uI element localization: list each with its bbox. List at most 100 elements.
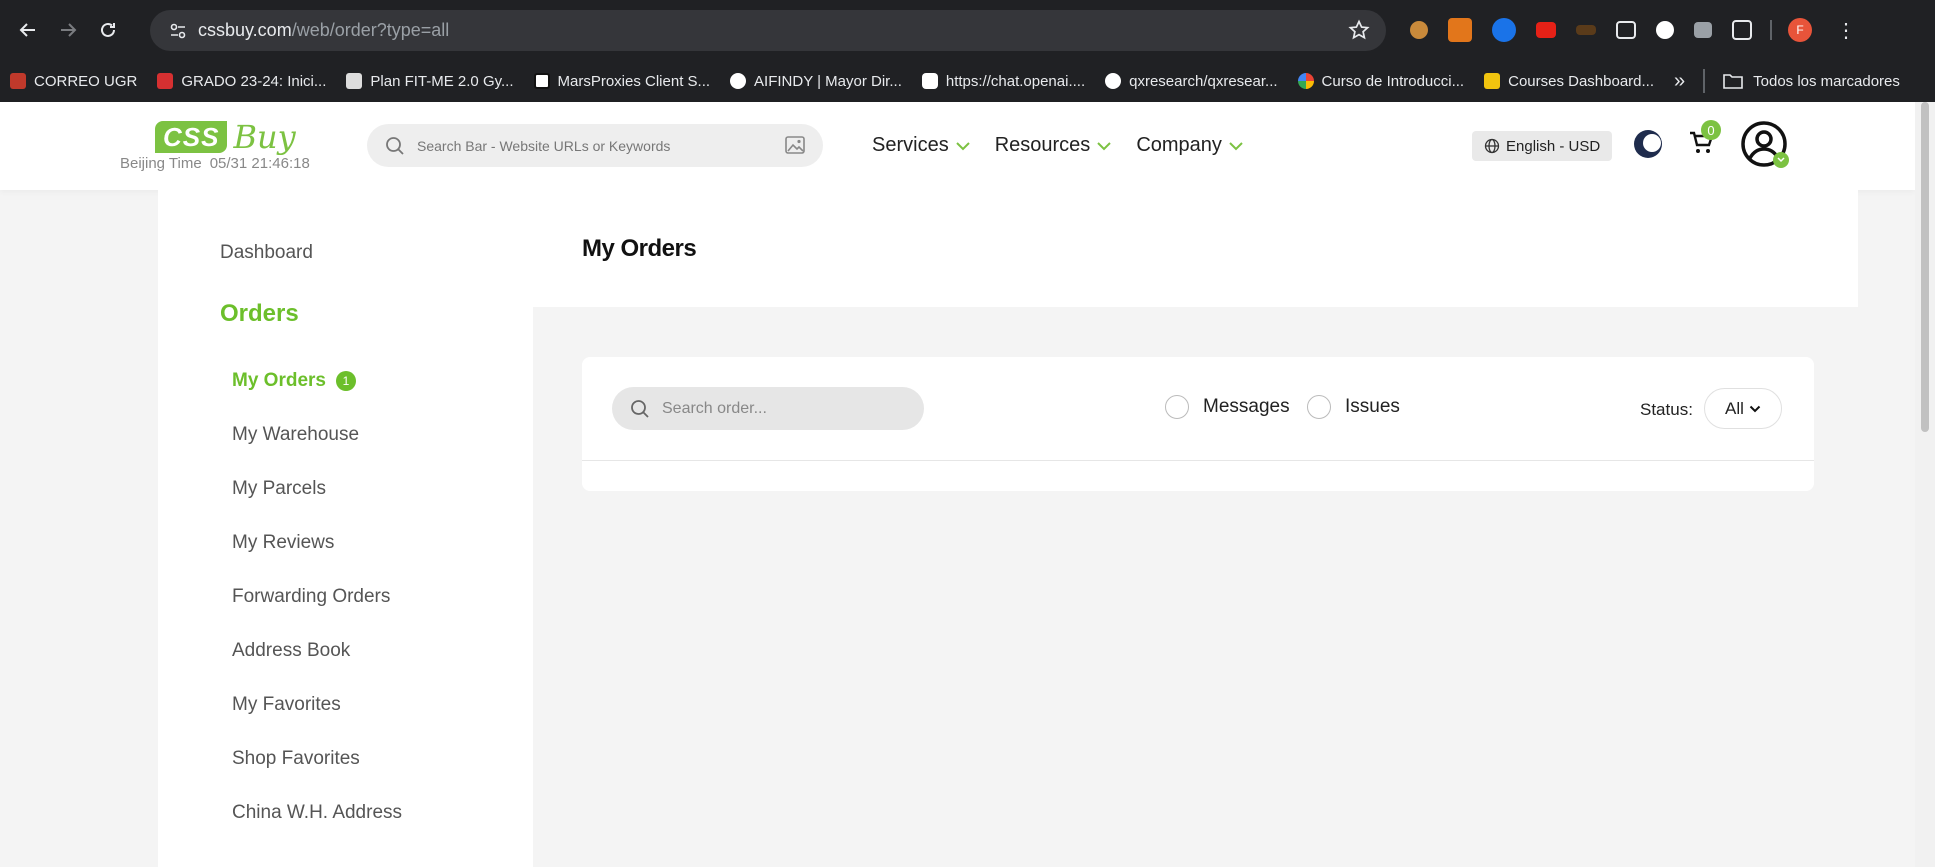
google-icon — [1297, 73, 1314, 89]
search-icon — [385, 136, 405, 156]
bookmark-label: AIFINDY | Mayor Dir... — [754, 72, 902, 90]
printer-extension-icon[interactable] — [1694, 22, 1712, 38]
bookmark-item[interactable]: AIFINDY | Mayor Dir... — [720, 73, 912, 90]
browser-toolbar: cssbuy.com/web/order?type=all F ⋮ — [0, 0, 1935, 60]
github-icon — [1105, 73, 1122, 89]
logo-css-badge: CSS — [155, 121, 228, 153]
dark-mode-toggle[interactable] — [1634, 130, 1662, 158]
all-bookmarks-folder[interactable]: Todos los marcadores — [1713, 73, 1910, 90]
hat-extension-icon[interactable] — [1576, 25, 1596, 35]
page-title: My Orders — [582, 235, 697, 262]
sidebar-item-my-warehouse[interactable]: My Warehouse — [232, 424, 359, 446]
reload-button[interactable] — [88, 10, 128, 50]
chevron-down-icon — [1228, 141, 1244, 151]
sidebar-item-label: Shop Favorites — [232, 748, 360, 769]
scrollbar-thumb[interactable] — [1921, 102, 1929, 432]
bookmark-item[interactable]: GRADO 23-24: Inici... — [147, 73, 336, 90]
filter-messages-radio[interactable]: Messages — [1165, 395, 1290, 419]
sidebar-item-my-reviews[interactable]: My Reviews — [232, 532, 334, 554]
arrow-right-icon — [61, 23, 77, 37]
nav-services-label: Services — [872, 134, 949, 156]
arrow-left-icon — [19, 23, 35, 37]
bookmarks-overflow-button[interactable]: » — [1664, 70, 1695, 93]
page-scrollbar[interactable] — [1915, 102, 1935, 867]
youtube-extension-icon[interactable] — [1536, 22, 1556, 38]
bookmark-item[interactable]: MarsProxies Client S... — [524, 73, 721, 90]
nav-company-label: Company — [1136, 134, 1222, 156]
nav-resources[interactable]: Resources — [995, 134, 1113, 157]
address-bar[interactable]: cssbuy.com/web/order?type=all — [150, 10, 1386, 51]
content-header: My Orders — [533, 190, 1858, 307]
back-button[interactable] — [8, 10, 48, 50]
metamask-extension-icon[interactable] — [1448, 18, 1472, 42]
status-select[interactable]: All — [1704, 388, 1782, 429]
sidebar-item-forwarding-orders[interactable]: Forwarding Orders — [232, 586, 390, 608]
bookmark-favicon-icon — [157, 73, 174, 89]
bookmark-label: qxresearch/qxresear... — [1129, 72, 1278, 90]
user-account-button[interactable] — [1740, 120, 1789, 168]
sidebar-item-my-parcels[interactable]: My Parcels — [232, 478, 326, 500]
bookmark-item[interactable]: Curso de Introducci... — [1288, 73, 1475, 90]
sidebar-item-dashboard[interactable]: Dashboard — [220, 242, 313, 264]
triangle-extension-icon[interactable] — [1656, 21, 1674, 39]
site-search-bar[interactable]: Search Bar - Website URLs or Keywords — [367, 124, 823, 167]
bookmark-favicon-icon — [10, 73, 26, 89]
nav-company[interactable]: Company — [1136, 134, 1244, 157]
sidebar-item-china-wh-address[interactable]: China W.H. Address — [232, 802, 402, 824]
account-dropdown-icon — [1773, 152, 1789, 168]
folder-icon — [1723, 74, 1743, 89]
search-icon — [630, 399, 650, 419]
cssbuy-logo[interactable]: CSS Buy — [155, 118, 296, 156]
menu-kebab-icon[interactable]: ⋮ — [1834, 18, 1858, 42]
sidebar-item-my-favorites[interactable]: My Favorites — [232, 694, 341, 716]
nav-services[interactable]: Services — [872, 134, 971, 157]
picture-in-picture-icon[interactable] — [1616, 21, 1636, 39]
account-sidebar: Dashboard Orders My Orders 1 My Warehous… — [158, 190, 533, 867]
cart-count-badge: 0 — [1701, 120, 1721, 140]
beijing-time: Beijing Time 05/31 21:46:18 — [120, 155, 310, 172]
s-extension-icon[interactable] — [1492, 18, 1516, 42]
bookmark-label: Courses Dashboard... — [1508, 72, 1655, 90]
language-currency-button[interactable]: English - USD — [1472, 131, 1613, 161]
bookmark-item[interactable]: Plan FIT-ME 2.0 Gy... — [336, 73, 523, 90]
url-text: cssbuy.com/web/order?type=all — [198, 20, 449, 41]
sidebar-item-label: China W.H. Address — [232, 802, 403, 823]
bookmark-item[interactable]: Courses Dashboard... — [1474, 73, 1664, 90]
image-search-icon[interactable] — [785, 136, 805, 154]
sidebar-item-label: My Orders — [232, 370, 326, 391]
url-path: /web/order?type=all — [291, 20, 450, 40]
forward-button[interactable] — [48, 10, 88, 50]
filter-issues-radio[interactable]: Issues — [1307, 395, 1400, 419]
toolbar-separator — [1770, 20, 1772, 40]
sidebar-item-label: My Parcels — [232, 478, 326, 499]
url-host: cssbuy.com — [198, 20, 292, 40]
radio-circle[interactable] — [1307, 395, 1331, 419]
chevron-down-icon — [955, 141, 971, 151]
sidebar-item-address-book[interactable]: Address Book — [232, 640, 350, 662]
cookie-extension-icon[interactable] — [1410, 21, 1428, 39]
bookmark-item[interactable]: qxresearch/qxresear... — [1095, 73, 1287, 90]
filter-messages-label: Messages — [1203, 396, 1290, 417]
orders-filter-card: Search order... Messages Issues Status: … — [582, 357, 1814, 491]
bookmark-item[interactable]: https://chat.openai.... — [912, 73, 1095, 90]
radio-circle[interactable] — [1165, 395, 1189, 419]
card-divider — [582, 460, 1814, 461]
profile-avatar[interactable]: F — [1788, 18, 1812, 42]
bookmark-item[interactable]: CORREO UGR — [0, 73, 147, 90]
bookmark-label: MarsProxies Client S... — [557, 72, 711, 90]
sidebar-item-my-orders[interactable]: My Orders 1 — [232, 370, 356, 392]
bookmark-favicon-icon — [533, 73, 550, 89]
sidebar-item-label: My Warehouse — [232, 424, 360, 445]
order-search-input[interactable]: Search order... — [612, 387, 924, 430]
site-info-icon[interactable] — [158, 22, 198, 40]
puzzle-extensions-icon[interactable] — [1732, 20, 1752, 40]
site-search-placeholder: Search Bar - Website URLs or Keywords — [417, 137, 671, 154]
chevron-down-icon — [1749, 405, 1761, 413]
main-nav: Services Resources Company — [872, 134, 1268, 157]
chevron-down-icon — [1096, 141, 1112, 151]
status-value: All — [1725, 398, 1744, 418]
bookmark-star-icon[interactable] — [1348, 19, 1370, 46]
sidebar-item-shop-favorites[interactable]: Shop Favorites — [232, 748, 360, 770]
reload-icon — [101, 22, 115, 37]
language-label: English - USD — [1506, 137, 1601, 155]
